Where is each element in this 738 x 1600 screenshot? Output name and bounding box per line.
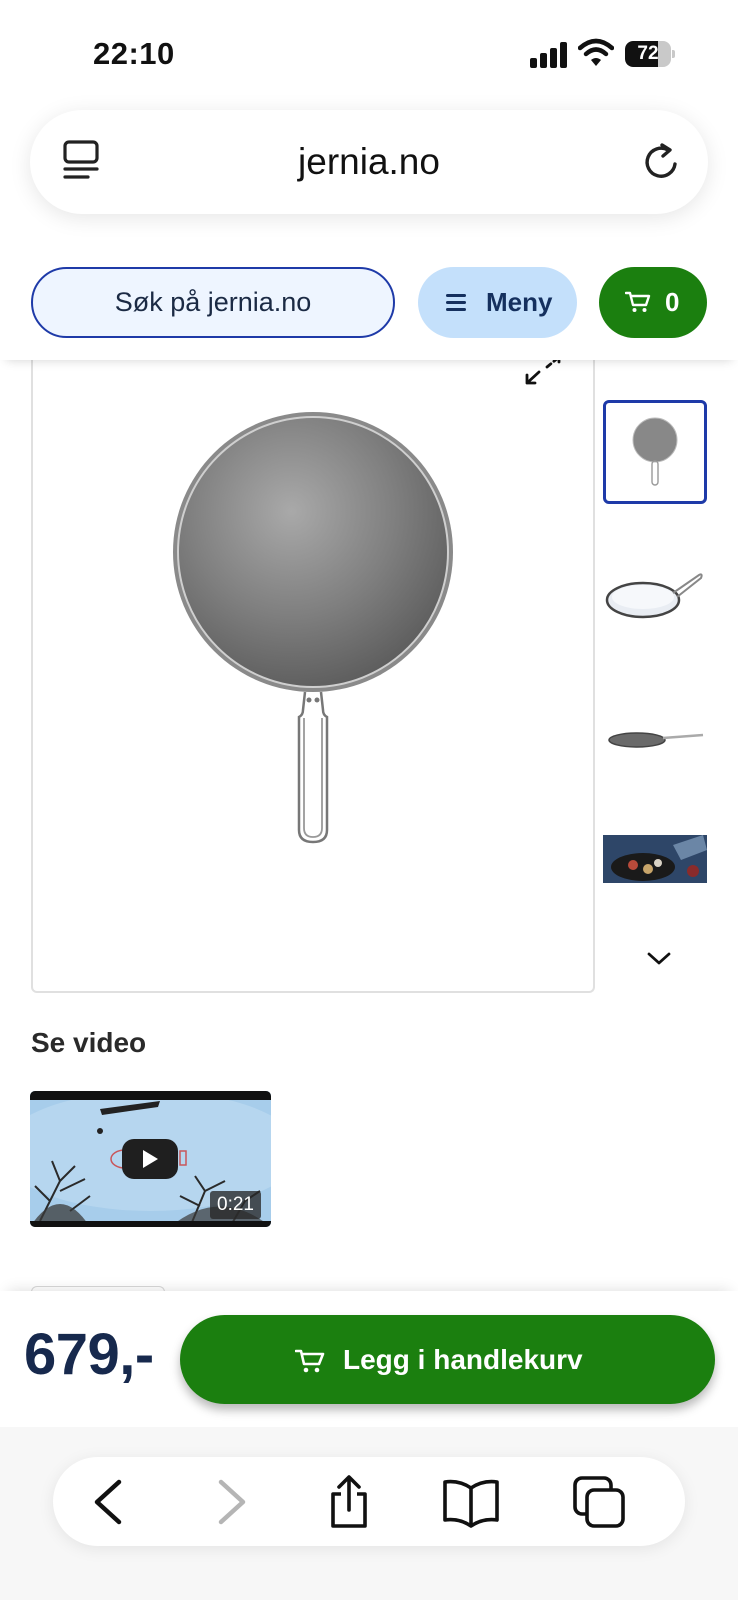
add-to-cart-button[interactable]: Legg i handlekurv xyxy=(180,1315,715,1404)
cart-count: 0 xyxy=(665,287,680,317)
search-input[interactable]: Søk på jernia.no xyxy=(31,267,395,338)
thumb-pan-top-view[interactable] xyxy=(603,400,707,504)
hamburger-icon xyxy=(446,294,466,312)
video-duration: 0:21 xyxy=(210,1191,261,1219)
address-bar[interactable]: jernia.no xyxy=(30,110,708,214)
reload-icon[interactable] xyxy=(642,142,682,182)
back-button[interactable] xyxy=(81,1474,137,1530)
bookmarks-icon xyxy=(443,1479,499,1528)
menu-button[interactable]: Meny xyxy=(418,267,577,338)
cart-icon xyxy=(295,1349,325,1373)
browser-toolbar xyxy=(53,1457,685,1546)
tabs-button[interactable] xyxy=(571,1474,627,1530)
main-product-image[interactable] xyxy=(31,345,595,993)
thumb-pan-side[interactable] xyxy=(603,690,707,794)
add-to-cart-label: Legg i handlekurv xyxy=(343,1344,583,1375)
play-button[interactable] xyxy=(122,1139,178,1179)
chevron-down-icon[interactable] xyxy=(645,948,673,968)
url-text[interactable]: jernia.no xyxy=(30,110,708,214)
cart-button[interactable]: 0 xyxy=(599,267,707,338)
status-time: 22:10 xyxy=(93,36,175,71)
thumb-pan-in-use[interactable] xyxy=(603,835,707,883)
tabs-icon xyxy=(573,1476,625,1528)
forward-icon xyxy=(218,1479,246,1525)
battery-icon: 72 xyxy=(625,41,675,67)
status-bar: 22:10 72 xyxy=(0,0,738,100)
cart-icon xyxy=(625,291,651,312)
price: 679,- xyxy=(24,1322,154,1387)
share-icon xyxy=(331,1475,367,1528)
forward-button[interactable] xyxy=(203,1474,259,1530)
battery-level: 72 xyxy=(637,43,659,64)
thumb-pan-angled[interactable] xyxy=(603,545,707,649)
wifi-icon xyxy=(578,38,614,66)
bookmarks-button[interactable] xyxy=(441,1474,499,1530)
video-thumbnail[interactable]: 0:21 xyxy=(30,1091,271,1227)
buy-bar: 679,- Legg i handlekurv xyxy=(0,1291,738,1427)
cellular-signal-icon xyxy=(530,42,568,68)
pan-image xyxy=(173,412,453,844)
play-icon xyxy=(143,1150,158,1168)
video-heading: Se video xyxy=(31,1027,147,1058)
menu-label: Meny xyxy=(486,287,553,317)
site-header: Søk på jernia.no Meny 0 xyxy=(0,250,738,360)
browser-toolbar-area xyxy=(0,1427,738,1600)
back-icon xyxy=(94,1479,122,1525)
share-button[interactable] xyxy=(321,1474,377,1530)
